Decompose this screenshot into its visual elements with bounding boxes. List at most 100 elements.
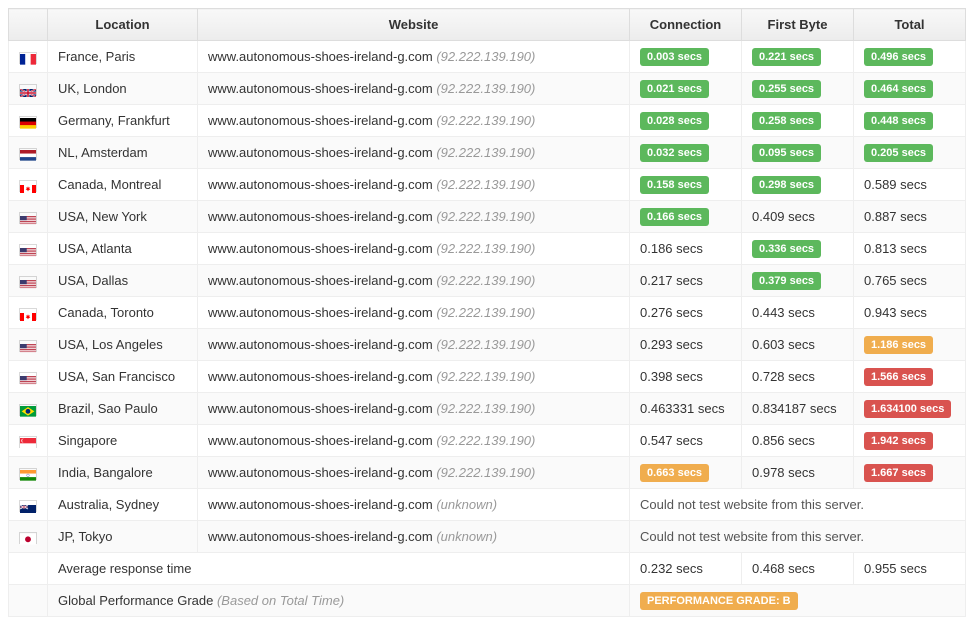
first-byte-cell: 0.255 secs	[742, 73, 854, 105]
time-badge: 1.566 secs	[864, 368, 933, 386]
time-value: 0.589 secs	[864, 177, 927, 192]
table-row[interactable]: Brazil, Sao Paulowww.autonomous-shoes-ir…	[9, 393, 966, 425]
flag-icon	[19, 468, 37, 480]
table-row[interactable]: NL, Amsterdamwww.autonomous-shoes-irelan…	[9, 137, 966, 169]
website-domain: www.autonomous-shoes-ireland-g.com	[208, 401, 433, 416]
website-ip: (92.222.139.190)	[436, 465, 535, 480]
location-cell: JP, Tokyo	[48, 521, 198, 553]
website-ip: (92.222.139.190)	[436, 81, 535, 96]
flag-cell	[9, 489, 48, 521]
connection-cell: 0.398 secs	[630, 361, 742, 393]
flag-cell	[9, 169, 48, 201]
flag-cell	[9, 393, 48, 425]
time-badge: 0.003 secs	[640, 48, 709, 66]
flag-icon	[19, 340, 37, 352]
table-row[interactable]: USA, Atlantawww.autonomous-shoes-ireland…	[9, 233, 966, 265]
website-ip: (92.222.139.190)	[436, 273, 535, 288]
time-value: 0.834187 secs	[752, 401, 837, 416]
flag-cell	[9, 105, 48, 137]
header-total[interactable]: Total	[854, 9, 966, 41]
location-cell: USA, Atlanta	[48, 233, 198, 265]
header-website[interactable]: Website	[198, 9, 630, 41]
first-byte-cell: 0.728 secs	[742, 361, 854, 393]
table-row[interactable]: USA, Los Angeleswww.autonomous-shoes-ire…	[9, 329, 966, 361]
website-domain: www.autonomous-shoes-ireland-g.com	[208, 369, 433, 384]
flag-icon	[19, 372, 37, 384]
time-value: 0.186 secs	[640, 241, 703, 256]
website-cell: www.autonomous-shoes-ireland-g.com (92.2…	[198, 169, 630, 201]
flag-icon	[19, 500, 37, 512]
website-cell: www.autonomous-shoes-ireland-g.com (92.2…	[198, 105, 630, 137]
time-value: 0.813 secs	[864, 241, 927, 256]
connection-cell: 0.186 secs	[630, 233, 742, 265]
time-value: 0.463331 secs	[640, 401, 725, 416]
connection-cell: 0.158 secs	[630, 169, 742, 201]
total-cell: 0.464 secs	[854, 73, 966, 105]
connection-cell: 0.166 secs	[630, 201, 742, 233]
table-row[interactable]: UK, Londonwww.autonomous-shoes-ireland-g…	[9, 73, 966, 105]
table-row[interactable]: Germany, Frankfurtwww.autonomous-shoes-i…	[9, 105, 966, 137]
table-row[interactable]: Canada, Torontowww.autonomous-shoes-irel…	[9, 297, 966, 329]
total-cell: 1.186 secs	[854, 329, 966, 361]
flag-icon	[19, 244, 37, 256]
total-cell: 0.765 secs	[854, 265, 966, 297]
table-row[interactable]: Canada, Montrealwww.autonomous-shoes-ire…	[9, 169, 966, 201]
header-connection[interactable]: Connection	[630, 9, 742, 41]
total-cell: 0.943 secs	[854, 297, 966, 329]
flag-icon	[19, 308, 37, 320]
flag-icon	[19, 436, 37, 448]
time-badge: 1.186 secs	[864, 336, 933, 354]
website-cell: www.autonomous-shoes-ireland-g.com (92.2…	[198, 361, 630, 393]
header-location[interactable]: Location	[48, 9, 198, 41]
website-cell: www.autonomous-shoes-ireland-g.com (92.2…	[198, 393, 630, 425]
time-badge: 1.634100 secs	[864, 400, 951, 418]
table-row[interactable]: India, Bangalorewww.autonomous-shoes-ire…	[9, 457, 966, 489]
time-badge: 1.942 secs	[864, 432, 933, 450]
table-row[interactable]: Australia, Sydneywww.autonomous-shoes-ir…	[9, 489, 966, 521]
website-ip: (92.222.139.190)	[436, 209, 535, 224]
table-row[interactable]: USA, New Yorkwww.autonomous-shoes-irelan…	[9, 201, 966, 233]
time-value: 0.765 secs	[864, 273, 927, 288]
first-byte-cell: 0.978 secs	[742, 457, 854, 489]
error-cell: Could not test website from this server.	[630, 489, 966, 521]
total-cell: 1.667 secs	[854, 457, 966, 489]
connection-cell: 0.663 secs	[630, 457, 742, 489]
website-cell: www.autonomous-shoes-ireland-g.com (92.2…	[198, 233, 630, 265]
grade-badge-cell: PERFORMANCE GRADE: B	[630, 585, 966, 617]
time-badge: 1.667 secs	[864, 464, 933, 482]
website-ip: (92.222.139.190)	[436, 241, 535, 256]
table-row[interactable]: USA, Dallaswww.autonomous-shoes-ireland-…	[9, 265, 966, 297]
time-badge: 0.158 secs	[640, 176, 709, 194]
time-value: 0.728 secs	[752, 369, 815, 384]
website-domain: www.autonomous-shoes-ireland-g.com	[208, 241, 433, 256]
time-value: 0.443 secs	[752, 305, 815, 320]
time-badge: 0.258 secs	[752, 112, 821, 130]
table-row[interactable]: France, Pariswww.autonomous-shoes-irelan…	[9, 41, 966, 73]
time-value: 0.887 secs	[864, 209, 927, 224]
table-row[interactable]: USA, San Franciscowww.autonomous-shoes-i…	[9, 361, 966, 393]
website-cell: www.autonomous-shoes-ireland-g.com (92.2…	[198, 329, 630, 361]
grade-label-cell: Global Performance Grade (Based on Total…	[48, 585, 630, 617]
time-value: 0.547 secs	[640, 433, 703, 448]
header-first-byte[interactable]: First Byte	[742, 9, 854, 41]
time-badge: 0.336 secs	[752, 240, 821, 258]
time-value: 0.978 secs	[752, 465, 815, 480]
website-domain: www.autonomous-shoes-ireland-g.com	[208, 433, 433, 448]
average-first-byte: 0.468 secs	[742, 553, 854, 585]
table-row[interactable]: JP, Tokyowww.autonomous-shoes-ireland-g.…	[9, 521, 966, 553]
time-value: 0.293 secs	[640, 337, 703, 352]
flag-cell	[9, 233, 48, 265]
website-cell: www.autonomous-shoes-ireland-g.com (92.2…	[198, 201, 630, 233]
total-cell: 1.942 secs	[854, 425, 966, 457]
website-cell: www.autonomous-shoes-ireland-g.com (92.2…	[198, 297, 630, 329]
total-cell: 1.634100 secs	[854, 393, 966, 425]
website-ip: (unknown)	[436, 497, 497, 512]
connection-cell: 0.276 secs	[630, 297, 742, 329]
time-value: 0.398 secs	[640, 369, 703, 384]
first-byte-cell: 0.336 secs	[742, 233, 854, 265]
location-cell: Brazil, Sao Paulo	[48, 393, 198, 425]
time-badge: 0.221 secs	[752, 48, 821, 66]
website-domain: www.autonomous-shoes-ireland-g.com	[208, 337, 433, 352]
connection-cell: 0.028 secs	[630, 105, 742, 137]
table-row[interactable]: Singaporewww.autonomous-shoes-ireland-g.…	[9, 425, 966, 457]
